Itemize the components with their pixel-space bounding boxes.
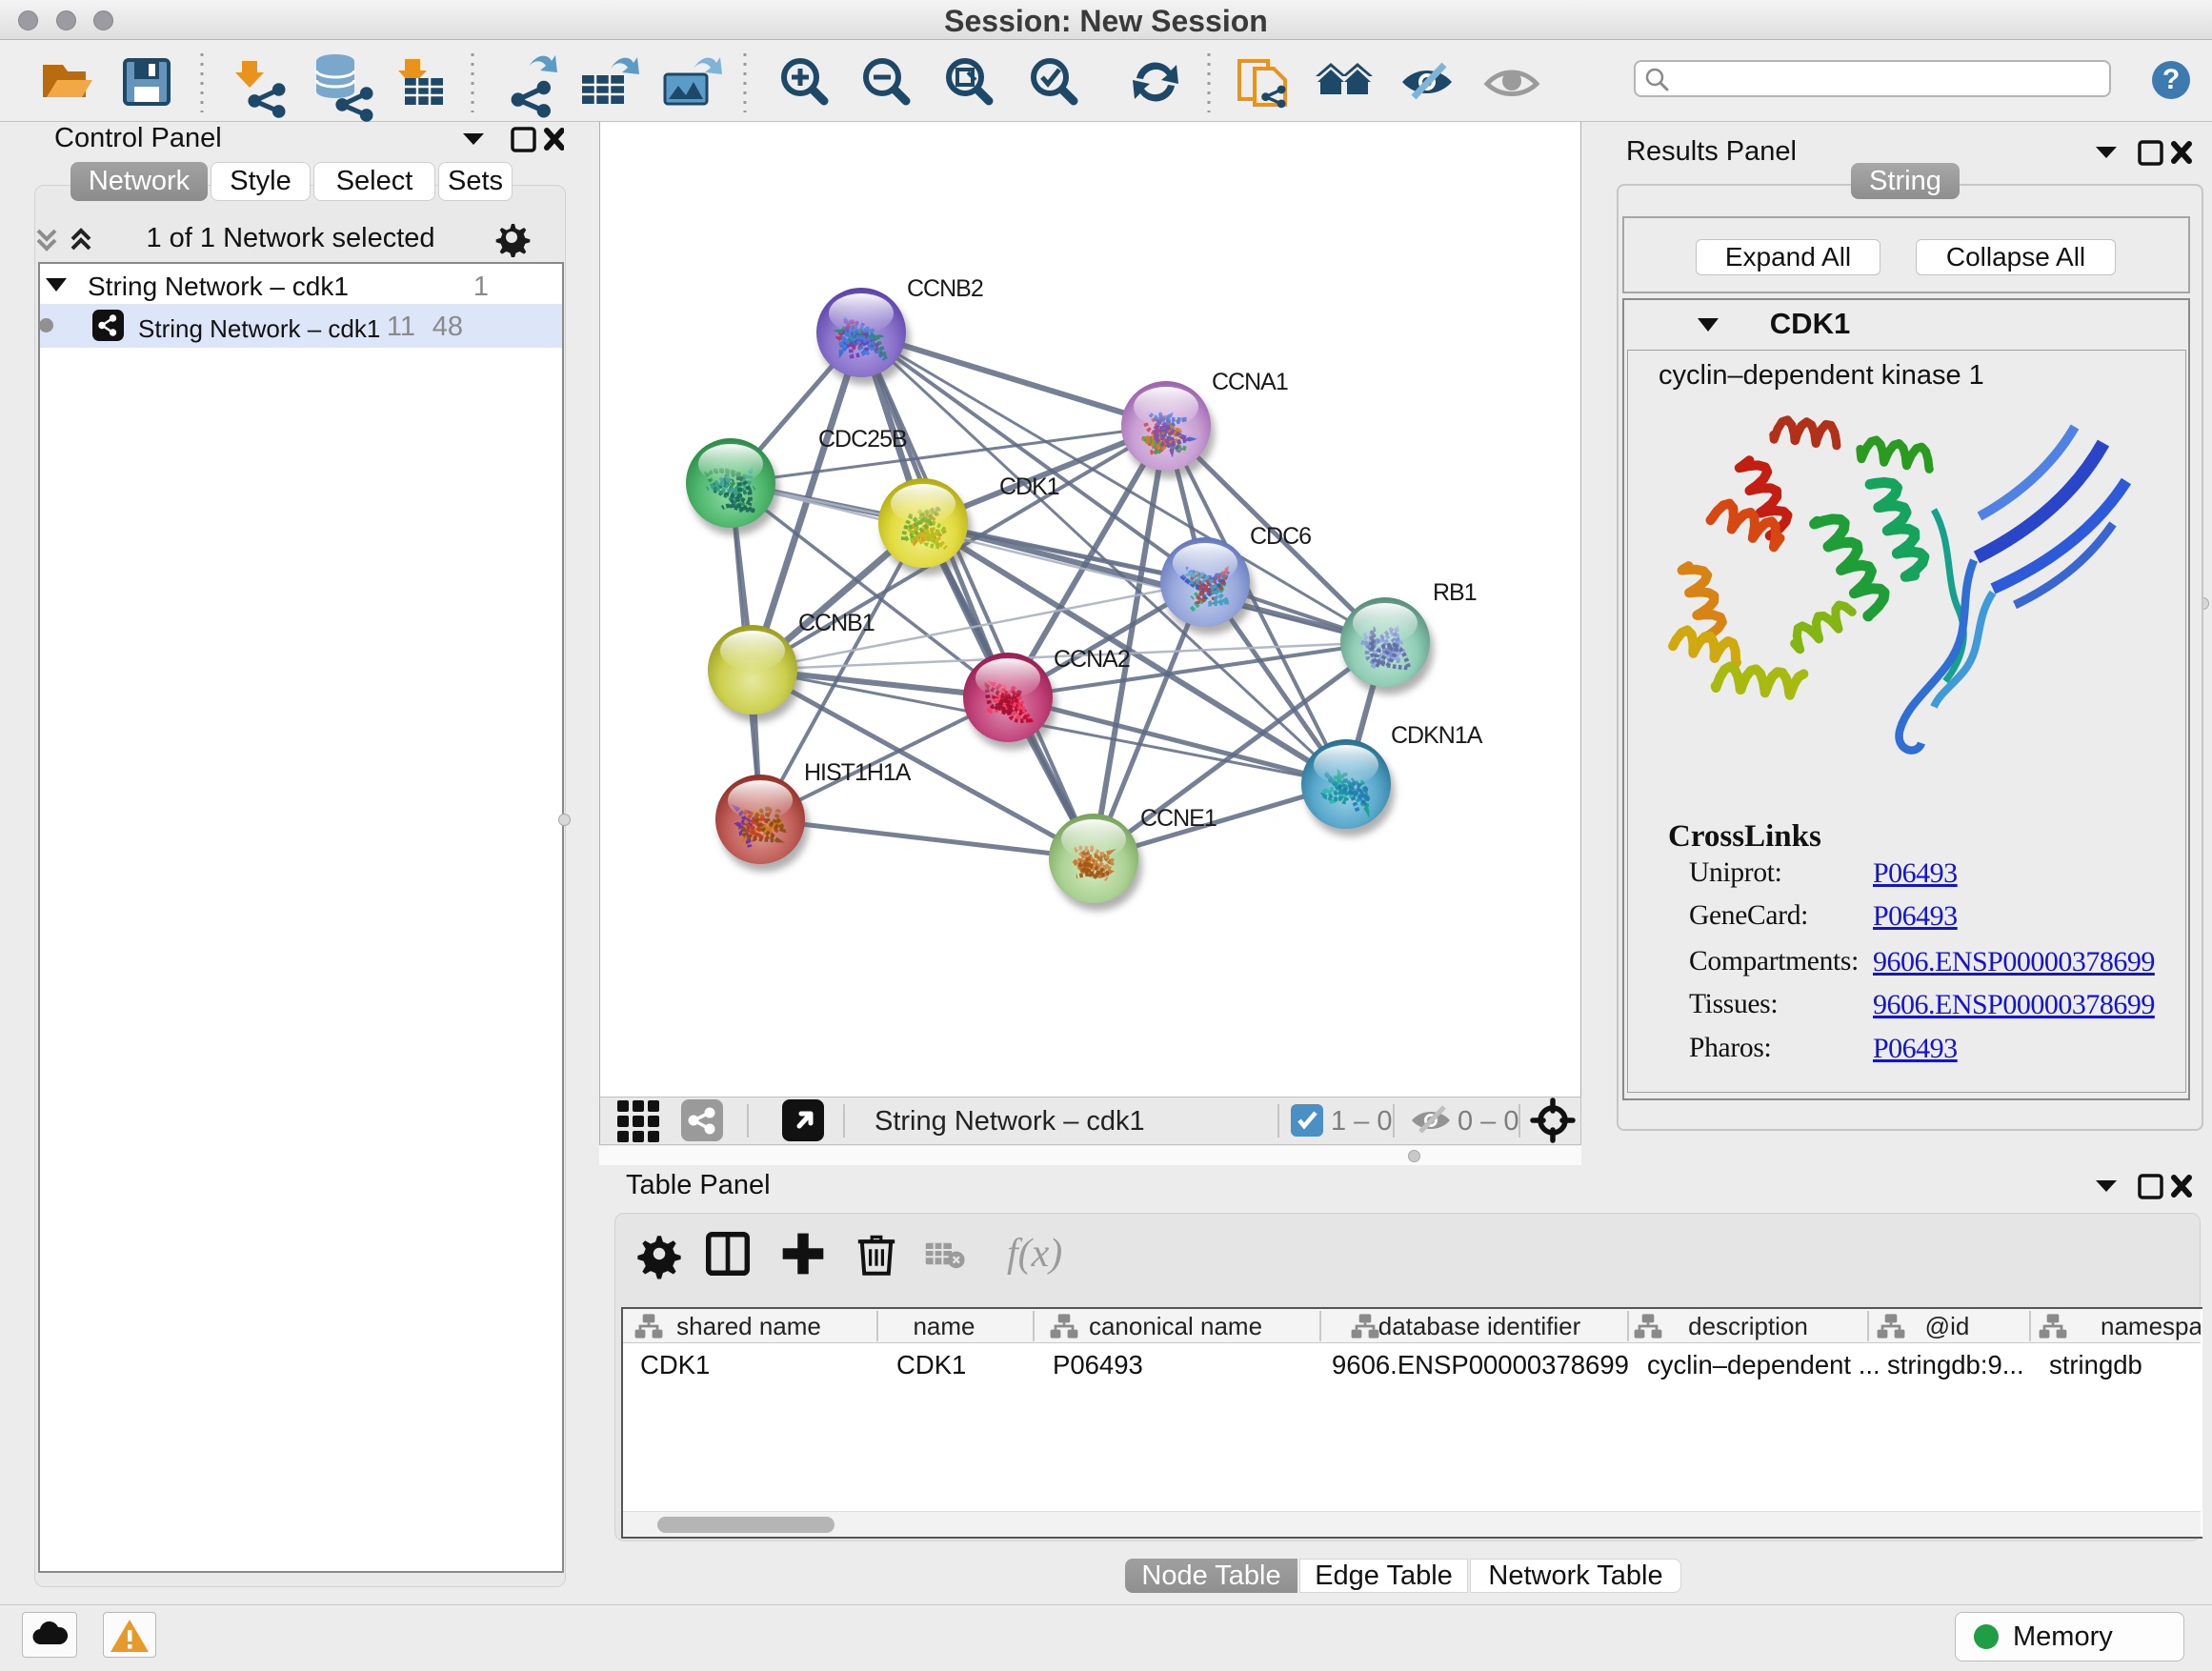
svg-text:CCNA2: CCNA2: [1054, 646, 1130, 673]
svg-text:CDC25B: CDC25B: [818, 426, 907, 453]
svg-text:f(x): f(x): [1007, 1232, 1062, 1276]
svg-text:CDKN1A: CDKN1A: [1391, 722, 1483, 749]
svg-text:String Network – cdk1: String Network – cdk1: [875, 1106, 1145, 1137]
svg-text:namespace: namespace: [2101, 1312, 2201, 1340]
svg-text:canonical name: canonical name: [1089, 1312, 1262, 1340]
svg-text:@id: @id: [1925, 1312, 1970, 1340]
svg-text:CCNB2: CCNB2: [907, 275, 983, 302]
svg-text:RB1: RB1: [1433, 579, 1477, 606]
svg-text:CCNB1: CCNB1: [798, 610, 875, 636]
svg-text:1 – 0: 1 – 0: [1331, 1106, 1393, 1137]
svg-text:shared name: shared name: [676, 1312, 821, 1340]
svg-text:CDC6: CDC6: [1250, 523, 1311, 550]
svg-text:CDK1: CDK1: [999, 473, 1059, 500]
svg-text:0 – 0: 0 – 0: [1458, 1106, 1519, 1137]
svg-text:CCNE1: CCNE1: [1140, 805, 1217, 832]
svg-text:database identifier: database identifier: [1378, 1312, 1581, 1340]
svg-text:CCNA1: CCNA1: [1212, 369, 1288, 395]
svg-text:HIST1H1A: HIST1H1A: [804, 759, 912, 786]
svg-text:description: description: [1688, 1312, 1808, 1340]
svg-text:name: name: [913, 1312, 975, 1340]
